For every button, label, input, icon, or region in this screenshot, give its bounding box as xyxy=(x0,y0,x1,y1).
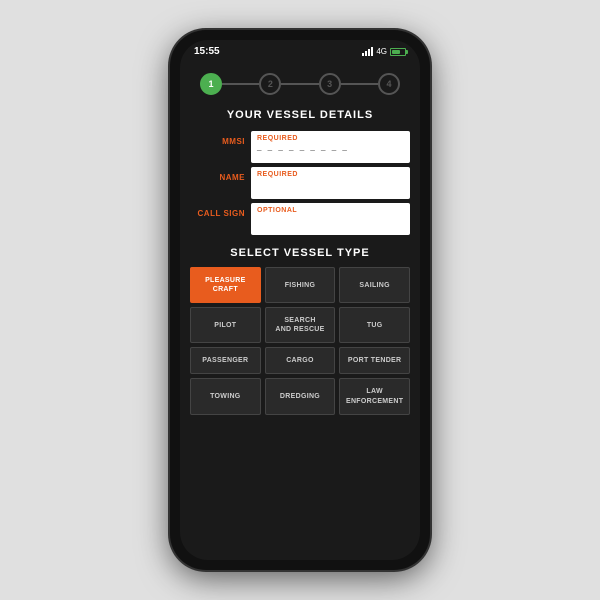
status-time: 15:55 xyxy=(194,46,220,57)
screen-content[interactable]: 1 2 3 4 YOUR VESSEL DETAILS MMSI REQUIRE… xyxy=(180,61,420,560)
step-line-2 xyxy=(281,83,318,85)
step-4: 4 xyxy=(378,73,400,95)
vessel-btn-pilot[interactable]: PILOT xyxy=(190,307,261,343)
vessel-btn-port-tender[interactable]: PORT TENDER xyxy=(339,347,410,374)
phone-frame: 15:55 4G 1 2 xyxy=(170,30,430,570)
name-row: NAME REQUIRED xyxy=(180,167,420,199)
mmsi-row: MMSI REQUIRED _ _ _ _ _ _ _ _ _ xyxy=(180,131,420,163)
signal-bars-icon xyxy=(362,47,373,56)
callsign-row: CALL SIGN OPTIONAL xyxy=(180,203,420,235)
vessel-btn-cargo[interactable]: CARGO xyxy=(265,347,336,374)
vessel-btn-dredging[interactable]: DREDGING xyxy=(265,378,336,414)
step-1: 1 xyxy=(200,73,222,95)
status-bar: 15:55 4G xyxy=(180,40,420,61)
vessel-btn-sailing[interactable]: SAILING xyxy=(339,267,410,303)
status-icons: 4G xyxy=(362,47,406,56)
mmsi-input[interactable]: REQUIRED _ _ _ _ _ _ _ _ _ xyxy=(251,131,410,163)
vessel-type-grid: PLEASURECRAFT FISHING SAILING PILOT SEAR… xyxy=(180,267,420,415)
step-3: 3 xyxy=(319,73,341,95)
phone-screen: 15:55 4G 1 2 xyxy=(180,40,420,560)
vessel-details-title: YOUR VESSEL DETAILS xyxy=(180,103,420,131)
battery-icon xyxy=(390,48,406,56)
vessel-btn-search-rescue[interactable]: SEARCHAND RESCUE xyxy=(265,307,336,343)
mmsi-dashes: _ _ _ _ _ _ _ _ _ xyxy=(257,142,404,151)
vessel-type-title: SELECT VESSEL TYPE xyxy=(180,237,420,267)
name-hint: REQUIRED xyxy=(257,171,404,178)
mmsi-label: MMSI xyxy=(190,131,245,146)
step-line-1 xyxy=(222,83,259,85)
vessel-btn-pleasure-craft[interactable]: PLEASURECRAFT xyxy=(190,267,261,303)
name-label: NAME xyxy=(190,167,245,182)
network-icon: 4G xyxy=(376,47,387,56)
name-input[interactable]: REQUIRED xyxy=(251,167,410,199)
vessel-btn-passenger[interactable]: PASSENGER xyxy=(190,347,261,374)
step-line-3 xyxy=(341,83,378,85)
vessel-btn-tug[interactable]: TUG xyxy=(339,307,410,343)
vessel-btn-towing[interactable]: TOWING xyxy=(190,378,261,414)
step-2: 2 xyxy=(259,73,281,95)
callsign-label: CALL SIGN xyxy=(190,203,245,218)
callsign-hint: OPTIONAL xyxy=(257,207,404,214)
callsign-input[interactable]: OPTIONAL xyxy=(251,203,410,235)
vessel-btn-law-enforcement[interactable]: LAWENFORCEMENT xyxy=(339,378,410,414)
mmsi-hint: REQUIRED xyxy=(257,135,404,142)
vessel-btn-fishing[interactable]: FISHING xyxy=(265,267,336,303)
stepper: 1 2 3 4 xyxy=(180,61,420,103)
